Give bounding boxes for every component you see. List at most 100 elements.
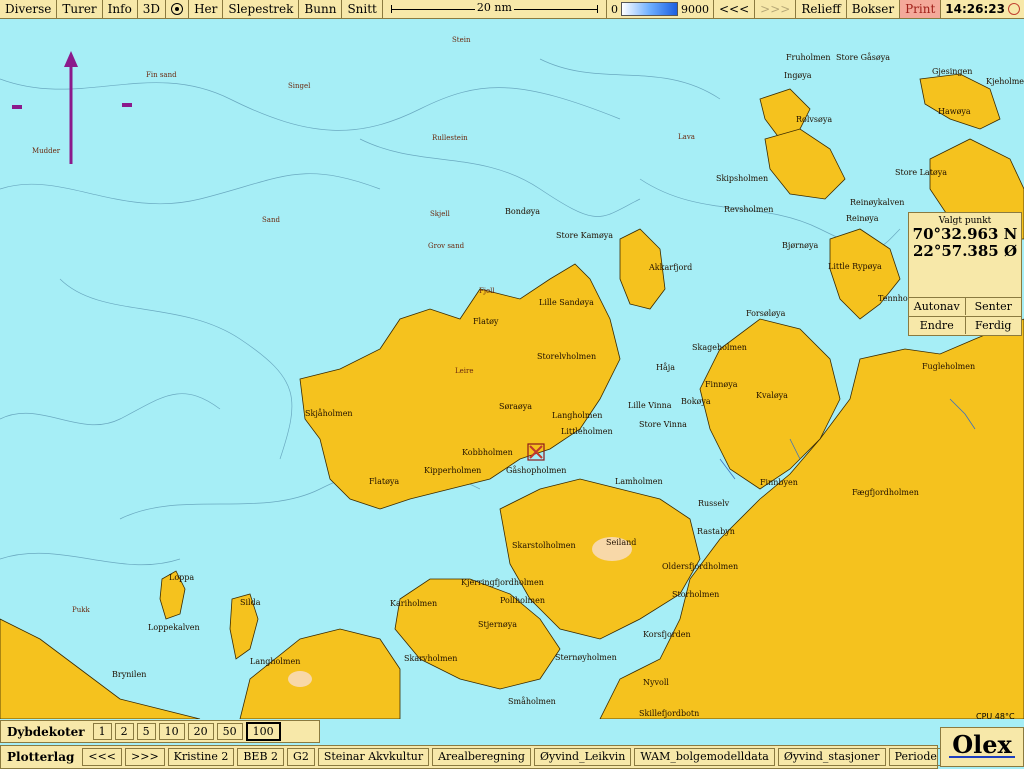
clock-time: 14:26:23 bbox=[945, 2, 1005, 16]
clock: 14:26:23 bbox=[941, 0, 1024, 18]
slepestrek-button[interactable]: Slepestrek bbox=[223, 0, 300, 18]
latitude: 70°32.963 N bbox=[912, 225, 1018, 243]
place-label: Fruholmen bbox=[786, 53, 831, 62]
contour-2-button[interactable]: 2 bbox=[114, 723, 134, 740]
brand-text: Olex bbox=[952, 730, 1012, 759]
next-button[interactable]: >>> bbox=[755, 0, 797, 18]
place-label: Forsøløya bbox=[746, 309, 786, 318]
target-icon[interactable] bbox=[166, 0, 190, 18]
marker-icon bbox=[122, 103, 132, 107]
autonav-button[interactable]: Autonav bbox=[909, 297, 965, 315]
place-label: Pollholmen bbox=[500, 596, 545, 605]
place-label: Langholmen bbox=[250, 657, 300, 666]
bokser-button[interactable]: Bokser bbox=[846, 0, 901, 18]
place-label: Finnbyen bbox=[760, 478, 798, 487]
place-label: Skipsholmen bbox=[716, 174, 768, 183]
place-label: Flatøy bbox=[473, 317, 499, 326]
marker-icon bbox=[12, 105, 22, 109]
place-label: Kjerringfjordholmen bbox=[461, 578, 544, 587]
periode-button[interactable]: Periode bbox=[888, 748, 943, 766]
seabed-label: Pukk bbox=[72, 606, 90, 614]
place-label: Fugleholmen bbox=[922, 362, 975, 371]
contour-20-button[interactable]: 20 bbox=[187, 723, 214, 740]
place-label: Håja bbox=[656, 363, 675, 372]
depth-scale[interactable]: 0 9000 bbox=[607, 0, 714, 18]
place-label: Rastabyn bbox=[697, 527, 735, 536]
place-label: Nyvoll bbox=[643, 678, 669, 687]
cpu-temperature: CPU 48°C bbox=[976, 712, 1015, 721]
layer-g2[interactable]: G2 bbox=[287, 748, 315, 766]
place-label: Loppekalven bbox=[148, 623, 200, 632]
place-label: Skjåholmen bbox=[305, 409, 353, 418]
layer-beb-2[interactable]: BEB 2 bbox=[237, 748, 285, 766]
layers-next-button[interactable]: >>> bbox=[125, 748, 165, 766]
contour-50-button[interactable]: 50 bbox=[216, 723, 243, 740]
olex-logo: Olex bbox=[940, 727, 1024, 767]
place-label: Gjesingen bbox=[932, 67, 972, 76]
place-label: Skarstolholmen bbox=[512, 541, 576, 550]
her-button[interactable]: Her bbox=[189, 0, 224, 18]
contour-1-button[interactable]: 1 bbox=[92, 723, 112, 740]
prev-button[interactable]: <<< bbox=[713, 0, 756, 18]
chart-map[interactable]: Fruholmen Store Gåsøya Ingøya Gjesingen Kjeh… bbox=[0, 19, 1024, 719]
plotter-layers-bar: Plotterlag <<< >>> Kristine 2 BEB 2 G2 S… bbox=[0, 745, 943, 769]
place-label: Stjernøya bbox=[478, 620, 517, 629]
place-label: Småholmen bbox=[508, 697, 556, 706]
place-label: Rolvsøya bbox=[796, 115, 832, 124]
depth-contour-title: Dybdekoter bbox=[7, 724, 85, 739]
layer-oyvind-leikvin[interactable]: Øyvind_Leikvin bbox=[533, 748, 632, 766]
sun-icon bbox=[1008, 3, 1020, 15]
bunn-button[interactable]: Bunn bbox=[299, 0, 343, 18]
scale-label: 20 nm bbox=[474, 1, 514, 14]
place-label: Gåshopholmen bbox=[506, 466, 566, 475]
layer-kristine-2[interactable]: Kristine 2 bbox=[167, 748, 235, 766]
top-toolbar: Diverse Turer Info 3D Her Slepestrek Bun… bbox=[0, 0, 1024, 19]
place-label: Kariholmen bbox=[390, 599, 437, 608]
seabed-label: Rullestein bbox=[432, 134, 468, 142]
layer-wam-bolgemodelldata[interactable]: WAM_bolgemodelldata bbox=[634, 748, 775, 766]
place-label: Ingøya bbox=[784, 71, 812, 80]
place-label: Kipperholmen bbox=[424, 466, 481, 475]
place-label: Revsholmen bbox=[724, 205, 773, 214]
contour-100-button[interactable]: 100 bbox=[245, 722, 281, 741]
seabed-label: Fin sand bbox=[146, 71, 177, 79]
seabed-label: Grov sand bbox=[428, 242, 465, 250]
place-label: Lamholmen bbox=[615, 477, 663, 486]
diverse-button[interactable]: Diverse bbox=[0, 0, 58, 18]
place-label: Korsfjorden bbox=[643, 630, 691, 639]
place-label: Russelv bbox=[698, 499, 730, 508]
contour-5-button[interactable]: 5 bbox=[136, 723, 156, 740]
seabed-label: Lava bbox=[678, 133, 695, 141]
place-label: Flatøya bbox=[369, 477, 399, 486]
snitt-button[interactable]: Snitt bbox=[342, 0, 383, 18]
layers-prev-button[interactable]: <<< bbox=[82, 748, 123, 766]
place-label: Silda bbox=[240, 598, 261, 607]
ferdig-button[interactable]: Ferdig bbox=[964, 316, 1021, 334]
place-label: Søraøya bbox=[499, 402, 532, 411]
print-button[interactable]: Print bbox=[900, 0, 942, 18]
place-label: Bjørnøya bbox=[782, 241, 818, 250]
seabed-label: Fjell bbox=[479, 287, 495, 295]
layer-arealberegning[interactable]: Arealberegning bbox=[432, 748, 531, 766]
endre-button[interactable]: Endre bbox=[909, 316, 965, 334]
depth-min: 0 bbox=[610, 2, 618, 16]
place-label: Store Kamøya bbox=[556, 231, 613, 240]
info-button[interactable]: Info bbox=[102, 0, 138, 18]
layer-oyvind-stasjoner[interactable]: Øyvind_stasjoner bbox=[777, 748, 886, 766]
seabed-label: Skjell bbox=[430, 210, 451, 218]
3d-button[interactable]: 3D bbox=[137, 0, 167, 18]
place-label: Oldersfjordholmen bbox=[662, 562, 738, 571]
senter-button[interactable]: Senter bbox=[964, 297, 1021, 315]
place-label: Store Latøya bbox=[895, 168, 947, 177]
place-label: Kjeholmen bbox=[986, 77, 1024, 86]
relieff-button[interactable]: Relieff bbox=[796, 0, 847, 18]
contour-10-button[interactable]: 10 bbox=[158, 723, 185, 740]
place-label: Little Rypøya bbox=[828, 262, 882, 271]
place-label: Reinøykalven bbox=[850, 198, 904, 207]
layer-steinar-akvkultur[interactable]: Steinar Akvkultur bbox=[317, 748, 430, 766]
seabed-label: Stein bbox=[452, 36, 471, 44]
place-label: Kvaløya bbox=[756, 391, 788, 400]
place-label: Skageholmen bbox=[692, 343, 747, 352]
place-label: Fægfjordholmen bbox=[852, 488, 919, 497]
turer-button[interactable]: Turer bbox=[57, 0, 103, 18]
